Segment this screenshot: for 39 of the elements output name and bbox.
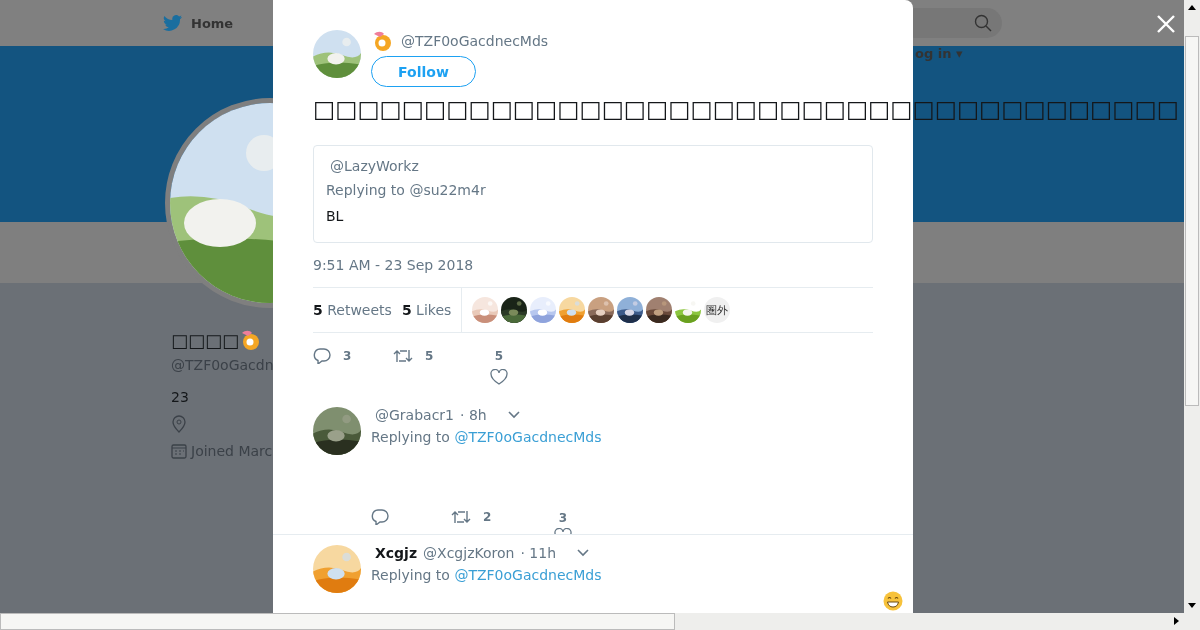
quoted-replying-to: Replying to @su22m4r	[326, 182, 487, 198]
like-stat[interactable]: 5 Likes	[401, 302, 452, 318]
tweet-timestamp: 9:51 AM - 23 Sep 2018	[313, 257, 475, 273]
reply-handle[interactable]: @Grabacr1	[375, 407, 454, 423]
replying-to-text: Replying to @TZF0oGacdnecMds	[371, 567, 602, 583]
reply-author-name[interactable]: Xcgjz	[375, 545, 418, 561]
reply-time: · 8h	[460, 407, 487, 423]
reply-handle[interactable]: @XcgjzKoron	[423, 545, 515, 561]
author-handle[interactable]: @TZF0oGacdnecMds	[401, 33, 549, 49]
caret-icon[interactable]	[506, 410, 521, 420]
home-link[interactable]: Home	[191, 15, 234, 31]
reply-count: 3	[343, 349, 352, 363]
replying-to-text: Replying to @TZF0oGacdnecMds	[371, 429, 602, 445]
retweet-count: 5	[425, 349, 434, 363]
retweet-icon[interactable]	[393, 348, 413, 364]
mention-link[interactable]: @TZF0oGacdnecMds	[454, 567, 602, 583]
reply-icon[interactable]	[371, 509, 389, 525]
mention-link[interactable]: @TZF0oGacdnecMds	[454, 429, 602, 445]
liker-avatar[interactable]: 圏外	[704, 297, 731, 323]
location-icon	[171, 415, 187, 433]
reply-icon[interactable]	[313, 348, 331, 364]
retweet-stat[interactable]: 5 Retweets	[313, 302, 392, 318]
follow-button[interactable]: Follow	[371, 56, 476, 87]
quoted-tweet[interactable]: @LazyWorkz Replying to @su22m4r BL	[313, 145, 873, 243]
profile-name: □□□□	[171, 329, 240, 351]
quoted-text: BL	[326, 208, 345, 224]
like-count: 5	[494, 349, 504, 363]
heart-icon[interactable]	[490, 369, 508, 385]
retweet-count: 2	[483, 510, 492, 524]
like-count: 3	[558, 511, 568, 525]
horizontal-scrollbar[interactable]	[0, 613, 1200, 630]
caret-icon[interactable]	[576, 548, 590, 558]
search-icon[interactable]	[974, 14, 992, 32]
vertical-scrollbar[interactable]	[1184, 0, 1200, 613]
reply-time: · 11h	[520, 545, 556, 561]
quoted-handle: @LazyWorkz	[329, 158, 420, 174]
profile-bio: 23	[171, 389, 190, 405]
retweet-icon[interactable]	[451, 509, 471, 525]
calendar-icon	[171, 443, 187, 459]
